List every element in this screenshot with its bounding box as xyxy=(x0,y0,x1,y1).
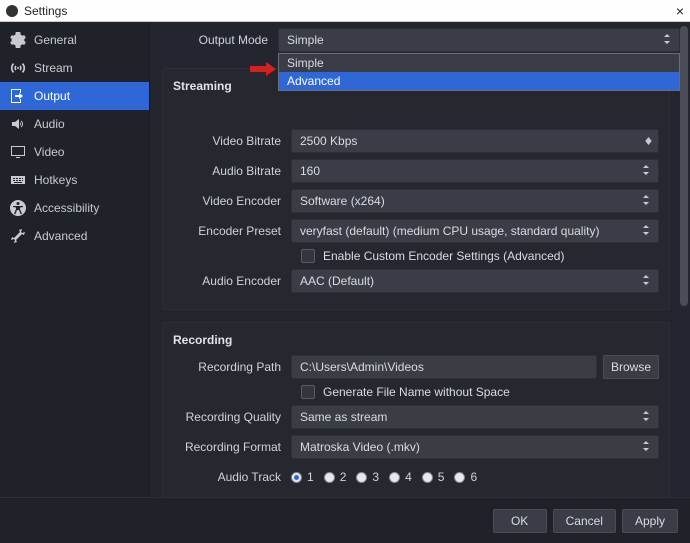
accessibility-icon xyxy=(10,200,26,216)
audio-track-6-label: 6 xyxy=(470,470,477,484)
audio-track-3-radio[interactable] xyxy=(356,472,367,483)
audio-encoder-label: Audio Encoder xyxy=(163,274,291,288)
recording-path-label: Recording Path xyxy=(163,360,291,374)
sidebar-item-video[interactable]: Video xyxy=(0,138,149,166)
browse-button[interactable]: Browse xyxy=(603,355,659,379)
arrow-annotation-icon xyxy=(250,62,276,76)
sidebar-item-audio[interactable]: Audio xyxy=(0,110,149,138)
chevron-updown-icon xyxy=(642,440,650,454)
streaming-section: Streaming Video Bitrate 2500 Kbps xyxy=(162,68,670,310)
audio-track-4-label: 4 xyxy=(405,470,412,484)
output-mode-select[interactable]: Simple xyxy=(278,28,680,52)
content-area: Output Mode Simple Simple Advanced xyxy=(150,22,690,497)
output-mode-label: Output Mode xyxy=(150,33,278,47)
cancel-button[interactable]: Cancel xyxy=(553,509,616,533)
audio-track-group: 1 2 3 4 5 6 xyxy=(291,470,659,484)
video-encoder-label: Video Encoder xyxy=(163,194,291,208)
sidebar-item-advanced[interactable]: Advanced xyxy=(0,222,149,250)
speaker-icon xyxy=(10,116,26,132)
gear-icon xyxy=(10,32,26,48)
title-bar: Settings × xyxy=(0,0,690,22)
window-title: Settings xyxy=(24,4,67,18)
dialog-footer: OK Cancel Apply xyxy=(0,497,690,543)
recording-path-input[interactable]: C:\Users\Admin\Videos xyxy=(291,355,597,379)
video-bitrate-input[interactable]: 2500 Kbps xyxy=(291,129,659,153)
audio-track-label: Audio Track xyxy=(163,470,291,484)
recording-quality-value: Same as stream xyxy=(300,410,387,424)
recording-quality-select[interactable]: Same as stream xyxy=(291,405,659,429)
sidebar-item-label: Video xyxy=(34,145,64,159)
output-mode-dropdown[interactable]: Simple Advanced xyxy=(278,53,680,91)
audio-bitrate-value: 160 xyxy=(300,164,320,178)
sidebar-item-stream[interactable]: Stream xyxy=(0,54,149,82)
custom-muxer-label: Custom Muxer Settings xyxy=(163,495,291,497)
sidebar-item-label: Output xyxy=(34,89,70,103)
sidebar-item-label: Hotkeys xyxy=(34,173,77,187)
sidebar-item-label: Audio xyxy=(34,117,65,131)
sidebar-item-hotkeys[interactable]: Hotkeys xyxy=(0,166,149,194)
recording-title: Recording xyxy=(163,333,659,355)
chevron-updown-icon xyxy=(642,164,650,178)
enable-custom-encoder-label: Enable Custom Encoder Settings (Advanced… xyxy=(323,249,564,263)
keyboard-icon xyxy=(10,172,26,188)
chevron-updown-icon xyxy=(642,410,650,424)
chevron-updown-icon xyxy=(642,224,650,238)
gen-filename-nospace-label: Generate File Name without Space xyxy=(323,385,510,399)
apply-button[interactable]: Apply xyxy=(622,509,678,533)
ok-button[interactable]: OK xyxy=(493,509,547,533)
audio-encoder-select[interactable]: AAC (Default) xyxy=(291,269,659,293)
sidebar: General Stream Output Audio Video Hotkey… xyxy=(0,22,150,497)
audio-track-1-radio[interactable] xyxy=(291,472,302,483)
audio-track-2-radio[interactable] xyxy=(324,472,335,483)
audio-encoder-value: AAC (Default) xyxy=(300,274,374,288)
chevron-updown-icon xyxy=(663,33,671,47)
sidebar-item-label: Advanced xyxy=(34,229,87,243)
recording-path-value: C:\Users\Admin\Videos xyxy=(300,360,424,374)
audio-track-5-label: 5 xyxy=(438,470,445,484)
sidebar-item-output[interactable]: Output xyxy=(0,82,149,110)
enable-custom-encoder-checkbox[interactable] xyxy=(301,249,315,263)
audio-track-2-label: 2 xyxy=(340,470,347,484)
chevron-updown-icon xyxy=(642,274,650,288)
recording-quality-label: Recording Quality xyxy=(163,410,291,424)
sidebar-item-general[interactable]: General xyxy=(0,26,149,54)
encoder-preset-select[interactable]: veryfast (default) (medium CPU usage, st… xyxy=(291,219,659,243)
window-close-button[interactable]: × xyxy=(676,4,684,18)
app-icon xyxy=(6,5,18,17)
tools-icon xyxy=(10,228,26,244)
recording-format-select[interactable]: Matroska Video (.mkv) xyxy=(291,435,659,459)
audio-bitrate-select[interactable]: 160 xyxy=(291,159,659,183)
audio-track-5-radio[interactable] xyxy=(422,472,433,483)
sidebar-item-label: Stream xyxy=(34,61,73,75)
audio-track-4-radio[interactable] xyxy=(389,472,400,483)
monitor-icon xyxy=(10,144,26,160)
video-encoder-select[interactable]: Software (x264) xyxy=(291,189,659,213)
recording-section: Recording Recording Path C:\Users\Admin\… xyxy=(162,322,670,497)
audio-track-3-label: 3 xyxy=(372,470,379,484)
sidebar-item-accessibility[interactable]: Accessibility xyxy=(0,194,149,222)
video-bitrate-value: 2500 Kbps xyxy=(300,134,357,148)
output-icon xyxy=(10,88,26,104)
gen-filename-nospace-checkbox[interactable] xyxy=(301,385,315,399)
encoder-preset-value: veryfast (default) (medium CPU usage, st… xyxy=(300,224,599,238)
chevron-updown-icon xyxy=(642,194,650,208)
output-mode-option-simple[interactable]: Simple xyxy=(279,54,679,72)
audio-track-6-radio[interactable] xyxy=(454,472,465,483)
scrollbar[interactable] xyxy=(680,26,688,493)
antenna-icon xyxy=(10,60,26,76)
video-bitrate-label: Video Bitrate xyxy=(163,134,291,148)
output-mode-option-advanced[interactable]: Advanced xyxy=(279,72,679,90)
encoder-preset-label: Encoder Preset xyxy=(163,224,291,238)
recording-format-label: Recording Format xyxy=(163,440,291,454)
sidebar-item-label: General xyxy=(34,33,77,47)
recording-format-value: Matroska Video (.mkv) xyxy=(300,440,420,454)
audio-bitrate-label: Audio Bitrate xyxy=(163,164,291,178)
video-encoder-value: Software (x264) xyxy=(300,194,385,208)
output-mode-value: Simple xyxy=(287,33,324,47)
sidebar-item-label: Accessibility xyxy=(34,201,99,215)
spinner-icon[interactable] xyxy=(645,137,652,145)
audio-track-1-label: 1 xyxy=(307,470,314,484)
